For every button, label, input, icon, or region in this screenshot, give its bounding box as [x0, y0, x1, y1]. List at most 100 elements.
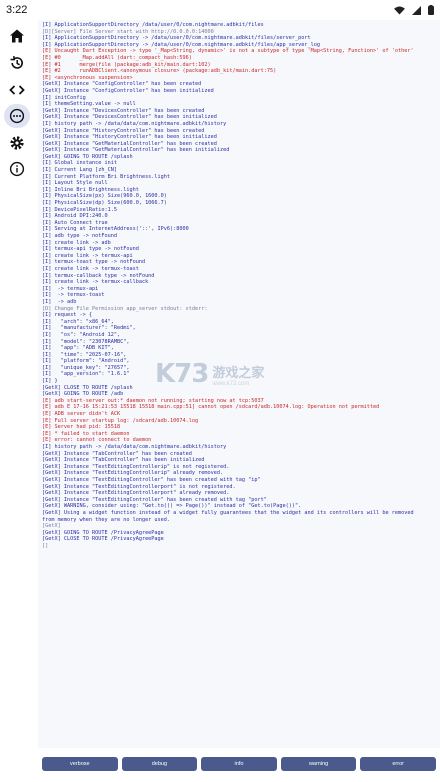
status-time: 3:22 [6, 4, 28, 16]
log-line: [GetX] Instance "GetMaterialController" … [42, 147, 230, 154]
log-line: [I] ApplicationSupportDirectory /data/us… [42, 22, 264, 28]
log-line: [I] Android DPI:240.0 [42, 213, 108, 220]
log-line: [I] Inline Bri Brightness.light [42, 186, 139, 193]
log-line: [I] DevicePixelRatio:1.5 [42, 206, 117, 213]
log-line: [GetX] Instance "TextEditingController" … [42, 476, 261, 483]
log-line: [GetX] Instance "HistoryController" has … [42, 127, 205, 134]
info-icon [9, 161, 25, 177]
log-line: [E] #2 runADBClient.<anonymous closure> … [42, 68, 277, 75]
log-line: [I] "model": "23078RAMBC", [42, 338, 130, 345]
log-line: [GetX] Instance "TextEditingControllerip… [42, 463, 230, 470]
log-line: [I] -> adb [42, 298, 77, 305]
gear-icon [10, 136, 24, 150]
watermark-logo: K73 游戏之家 www.k73.com [155, 356, 285, 392]
log-line: [D] Change File Permission app_server st… [42, 305, 208, 312]
log-line: [E] error: cannot connect to daemon [42, 437, 152, 444]
log-line: [GetX] Instance "TextEditingControllerip… [42, 470, 224, 477]
log-line: [E] #1 merge(file (package:adb_kit/main.… [42, 61, 211, 68]
log-line: [E] #0 _Map.addAll (dart:_compact_hash:5… [42, 54, 192, 61]
log-line: [E] adb E 17-16 15:21:53 15518 15518 mai… [42, 404, 380, 411]
log-line: [I] Auto Connect true [42, 219, 108, 226]
log-line: [D][Server] File Server start with http:… [42, 28, 214, 35]
log-line: [I] create link -> termux-api [42, 252, 133, 259]
nav-settings-button[interactable] [4, 131, 30, 155]
navigation-rail [0, 20, 34, 782]
log-line: [I] -> termux-toast [42, 292, 105, 299]
log-line: [I] "manufacturer": "Redmi", [42, 325, 136, 332]
log-line: [GetX] [42, 523, 61, 530]
history-icon [10, 55, 23, 69]
log-line: [GetX] WARNING, consider using: "Get.to(… [42, 503, 302, 510]
log-line: [I] history path -> /data/data/com.night… [42, 444, 227, 450]
more-horizontal-icon [9, 108, 25, 124]
log-line: [I] Current Platform Bri Brightness.ligh… [42, 173, 171, 180]
home-icon [10, 29, 24, 43]
log-line: [I] "arch": "x86_64", [42, 318, 114, 325]
log-line: from memory when they are no longer used… [42, 516, 171, 523]
log-line: [GetX] Instance "ConfigController" has b… [42, 87, 214, 94]
watermark-mark: K73 [155, 359, 209, 389]
log-line: [I] create link -> adb [42, 239, 111, 246]
log-line: [I] Layout Style null [42, 180, 108, 187]
log-line: [I] history path -> /data/data/com.night… [42, 120, 227, 127]
nav-about-button[interactable] [4, 157, 30, 181]
log-line: [I] initConfig [42, 94, 86, 101]
log-line: [E] adb start-server out:* daemon not ru… [42, 397, 264, 404]
log-line: [E] Uncaught Dart Exception -> type '_Ma… [42, 48, 414, 55]
level-verbose-button[interactable]: verbose [42, 757, 118, 771]
log-line: [GetX] Instance "TabController" has been… [42, 450, 192, 457]
log-line: [GetX] Instance "TextEditingControllerpo… [42, 483, 236, 490]
code-icon [9, 85, 25, 95]
wifi-icon [394, 5, 405, 15]
watermark-url: www.k73.com [212, 380, 250, 387]
log-level-bar: verbose debug info warning error [42, 757, 436, 773]
log-line: [I] ApplicationSupportDirectory -> /data… [42, 35, 311, 42]
log-line: [I] Global instance init [42, 160, 117, 167]
log-line: [I] create link -> termux-toast [42, 265, 139, 272]
log-line: [I] themeSetting.value -> null [42, 101, 136, 108]
log-line: [E] Full server startup log: /sdcard/adb… [42, 417, 199, 424]
log-line: [] [42, 542, 49, 549]
nav-code-button[interactable] [4, 78, 30, 102]
log-line: [I] "os": "Android 12", [42, 331, 121, 338]
log-output: [I] ApplicationSupportDirectory /data/us… [38, 20, 440, 550]
status-bar: 3:22 [0, 0, 440, 20]
log-line: [E] <asynchronous suspension> [42, 74, 133, 81]
log-line: [GetX] Instance "TabController" has been… [42, 457, 205, 464]
log-line: [I] termux-api type -> notFound [42, 246, 139, 253]
log-line: [GetX] Using a widget function instead o… [42, 509, 414, 516]
log-line: [E] * failed to start daemon [42, 430, 130, 437]
log-line: [E] ADB server didn't ACK [42, 411, 121, 418]
nav-history-button[interactable] [4, 51, 30, 75]
level-warning-button[interactable]: warning [280, 757, 357, 771]
level-info-button[interactable]: info [201, 757, 277, 771]
log-line: [GetX] GOING TO ROUTE /adb [42, 391, 124, 398]
signal-icon [412, 5, 421, 15]
log-line: [GetX] Instance "HistoryController" has … [42, 134, 217, 141]
log-line: [E] Server had pid: 15518 [42, 424, 121, 431]
log-line: [GetX] Instance "ConfigController" has b… [42, 81, 202, 88]
status-icons [394, 5, 434, 15]
log-line: [GetX] Instance "DevicesController" has … [42, 107, 205, 114]
log-line: [GetX] Instance "DevicesController" has … [42, 114, 217, 121]
log-line: [I] termux-toast type -> notFound [42, 259, 146, 266]
nav-log-button[interactable] [4, 104, 30, 128]
log-line: [I] Current Lang [zh_CN] [42, 167, 117, 174]
level-error-button[interactable]: error [360, 757, 436, 771]
battery-icon [428, 5, 434, 15]
nav-home-button[interactable] [4, 24, 30, 48]
log-line: [I] termux-callback type -> notFound [42, 272, 155, 279]
log-line: [I] PhysicalSize(dp) Size(600.0, 1066.7) [42, 200, 167, 207]
log-line: [I] ApplicationSupportDirectory -> /data… [42, 41, 320, 48]
log-line: [I] create link -> termux-callback [42, 279, 149, 286]
log-line: [GetX] Instance "GetMaterialController" … [42, 140, 217, 147]
log-line: [I] PhysicalSize(px) Size(960.0, 1600.0) [42, 193, 167, 200]
log-line: [I] "app": "ADB KIT", [42, 345, 114, 352]
log-line: [GetX] CLOSE TO ROUTE /PrivacyAgreePage [42, 536, 164, 543]
log-line: [GetX] GOING TO ROUTE /splash [42, 153, 133, 160]
log-line: [GetX] Instance "TextEditingControllerpo… [42, 490, 230, 497]
level-debug-button[interactable]: debug [121, 757, 198, 771]
watermark-cn-text: 游戏之家 [212, 365, 265, 381]
log-line: [I] request -> { [42, 312, 92, 319]
log-line: [I] adb type -> notFound [42, 233, 117, 239]
